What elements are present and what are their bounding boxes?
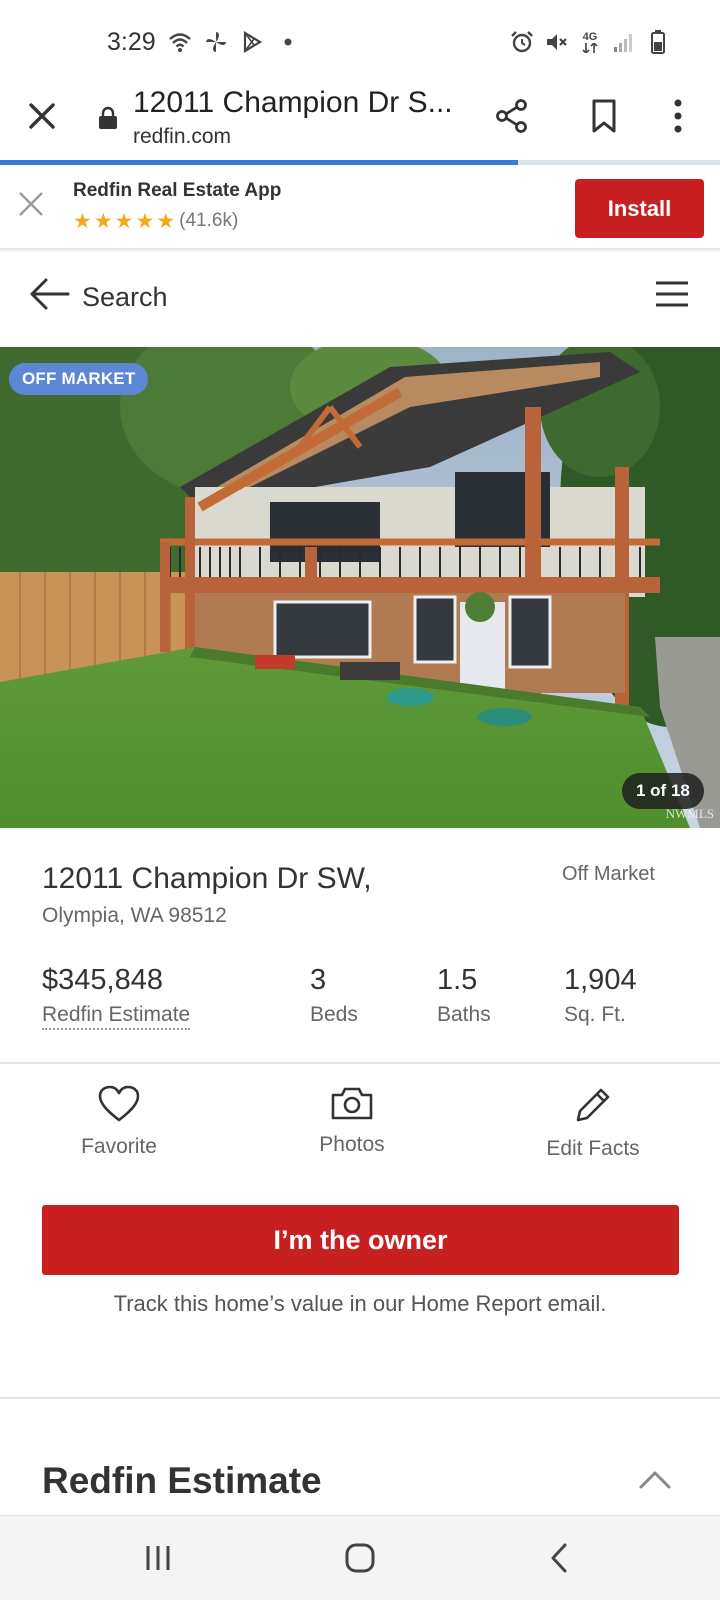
home-icon[interactable] xyxy=(330,1536,390,1580)
stat-baths: 1.5 Baths xyxy=(437,964,491,1027)
app-rating: ★ ★ ★ ★ ★ (41.6k) xyxy=(73,210,238,232)
system-nav-bar xyxy=(0,1515,720,1600)
stat-beds: 3 Beds xyxy=(310,964,358,1027)
edit-facts-label: Edit Facts xyxy=(546,1137,640,1160)
search-link[interactable]: Search xyxy=(82,282,168,313)
property-photo[interactable]: OFF MARKET 1 of 18 NWMLS xyxy=(0,347,720,828)
dot-icon xyxy=(276,30,300,54)
more-options-icon[interactable] xyxy=(656,94,700,138)
battery-icon xyxy=(646,30,670,54)
baths-value: 1.5 xyxy=(437,964,478,996)
close-tab-icon[interactable] xyxy=(22,96,62,136)
beds-label: Beds xyxy=(310,1003,358,1026)
photos-label: Photos xyxy=(319,1133,385,1156)
star-icon: ★ xyxy=(93,209,113,233)
4g-data-icon: 4G xyxy=(578,30,602,54)
alarm-icon xyxy=(510,30,534,54)
app-install-banner: Redfin Real Estate App ★ ★ ★ ★ ★ (41.6k)… xyxy=(0,165,720,250)
url-domain[interactable]: redfin.com xyxy=(133,125,231,149)
divider xyxy=(0,1397,720,1399)
pencil-icon xyxy=(576,1088,610,1122)
dismiss-banner-icon[interactable] xyxy=(14,187,48,221)
stat-estimate: $345,848 Redfin Estimate xyxy=(42,964,191,1030)
photos-action[interactable]: Photos xyxy=(262,1085,442,1157)
pinwheel-icon xyxy=(204,30,228,54)
page-title[interactable]: 12011 Champion Dr S... xyxy=(133,86,453,120)
status-time: 3:29 xyxy=(107,28,156,56)
estimate-value: $345,848 xyxy=(42,964,163,996)
beds-value: 3 xyxy=(310,964,327,996)
hamburger-menu-icon[interactable] xyxy=(655,280,689,308)
star-icon: ★ xyxy=(156,209,176,233)
heart-icon xyxy=(98,1085,140,1122)
address-street: 12011 Champion Dr SW, xyxy=(42,862,372,895)
baths-label: Baths xyxy=(437,1003,491,1026)
divider xyxy=(0,1062,720,1064)
recent-apps-icon[interactable] xyxy=(128,1536,188,1580)
edit-facts-action[interactable]: Edit Facts xyxy=(503,1085,683,1161)
star-icon: ★ xyxy=(114,209,134,233)
star-icon: ★ xyxy=(135,209,155,233)
stat-sqft: 1,904 Sq. Ft. xyxy=(564,964,637,1027)
chevron-up-icon[interactable] xyxy=(638,1468,672,1490)
status-right-icons: 4G xyxy=(510,30,670,54)
nwmls-watermark: NWMLS xyxy=(665,806,714,821)
favorite-label: Favorite xyxy=(81,1135,157,1158)
wifi-icon xyxy=(168,30,192,54)
camera-icon xyxy=(331,1087,373,1120)
play-store-icon xyxy=(240,30,264,54)
estimate-label[interactable]: Redfin Estimate xyxy=(42,1003,191,1030)
section-title[interactable]: Redfin Estimate xyxy=(42,1460,322,1502)
house-photo-illustration xyxy=(0,347,720,828)
mute-icon xyxy=(544,30,568,54)
app-title: Redfin Real Estate App xyxy=(73,180,282,201)
photo-counter[interactable]: 1 of 18 xyxy=(622,773,704,809)
signal-icon xyxy=(612,30,636,54)
browser-toolbar: 12011 Champion Dr S... redfin.com xyxy=(0,80,720,160)
favorite-action[interactable]: Favorite xyxy=(29,1085,209,1159)
star-icon: ★ xyxy=(73,209,92,233)
sqft-value: 1,904 xyxy=(564,964,637,996)
sqft-label: Sq. Ft. xyxy=(564,1003,626,1026)
share-icon[interactable] xyxy=(490,94,534,138)
search-header: Search xyxy=(0,252,720,347)
bookmark-icon[interactable] xyxy=(582,94,626,138)
owner-note: Track this home’s value in our Home Repo… xyxy=(113,1291,607,1316)
listing-status: Off Market xyxy=(562,863,655,885)
off-market-badge: OFF MARKET xyxy=(9,363,149,395)
address-city: Olympia, WA 98512 xyxy=(42,904,227,927)
lock-icon[interactable] xyxy=(97,106,119,130)
im-the-owner-button[interactable]: I’m the owner xyxy=(42,1205,679,1275)
status-bar: 3:29 4G xyxy=(0,0,720,80)
install-button[interactable]: Install xyxy=(575,179,704,238)
back-nav-icon[interactable] xyxy=(530,1536,590,1580)
status-left-icons xyxy=(168,30,300,54)
back-arrow-icon[interactable] xyxy=(28,276,70,312)
rating-count: (41.6k) xyxy=(179,210,239,231)
